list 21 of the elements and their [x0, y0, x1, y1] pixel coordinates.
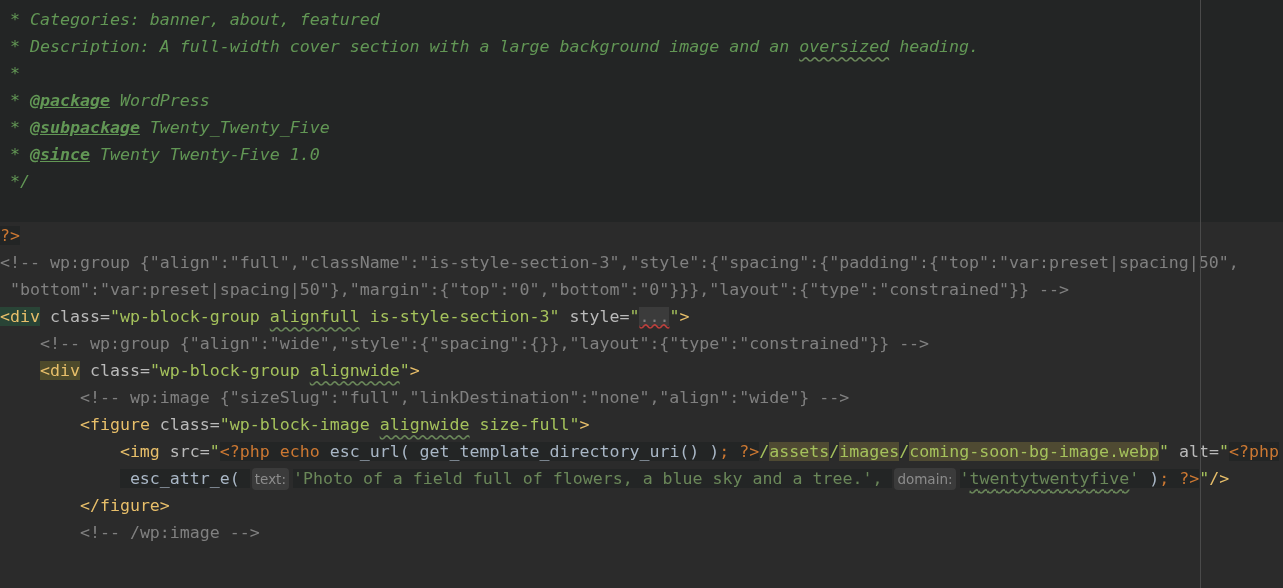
- code-text: * Categories: banner, about, featured: [9, 9, 380, 31]
- code-text: * @subpackage Twenty_Twenty_Five: [9, 117, 330, 139]
- code-text: *: [9, 63, 20, 85]
- code-text: <!-- wp:group {"align":"wide","style":{"spacing":{}},"layout":{"type":"constrained"}} -->: [39, 333, 930, 355]
- code-text: */: [9, 171, 30, 193]
- code-text: <img src="<?php echo esc_url( get_template_directory_uri() ); ?>/assets/images/coming-soon-bg-image.webp" alt="<?php: [119, 441, 1279, 463]
- code-text: <div class="wp-block-group alignfull is-style-section-3" style="...">: [0, 306, 690, 328]
- code-text: * @since Twenty Twenty-Five 1.0: [9, 144, 320, 166]
- code-text: ?>: [0, 225, 20, 247]
- code-text: <figure class="wp-block-image alignwide size-full">: [79, 414, 590, 436]
- code-text: <!-- wp:image {"sizeSlug":"full","linkDestination":"none","align":"wide"} -->: [79, 387, 850, 409]
- code-text: * @package WordPress: [9, 90, 210, 112]
- code-text: <!-- /wp:image -->: [79, 522, 260, 544]
- code-text: <div class="wp-block-group alignwide">: [39, 360, 420, 382]
- parameter-hint: text:: [251, 467, 289, 490]
- code-text: 'twentytwentyfive' ); ?>"/>: [959, 468, 1230, 490]
- parameter-hint: domain:: [894, 467, 956, 490]
- code-text: </figure>: [79, 495, 170, 517]
- code-text: * Description: A full-width cover section with a large background image and an oversized heading.: [9, 36, 980, 58]
- code-text: <!-- wp:group {"align":"full","className":"is-style-section-3","style":{"spacing":{"padding":{"top":"var:preset|spacing|50",: [0, 252, 1239, 274]
- code-text: "bottom":"var:preset|spacing|50"},"margin":{"top":"0","bottom":"0"}}},"layout":{"type":"constrained"}} -->: [9, 279, 1069, 301]
